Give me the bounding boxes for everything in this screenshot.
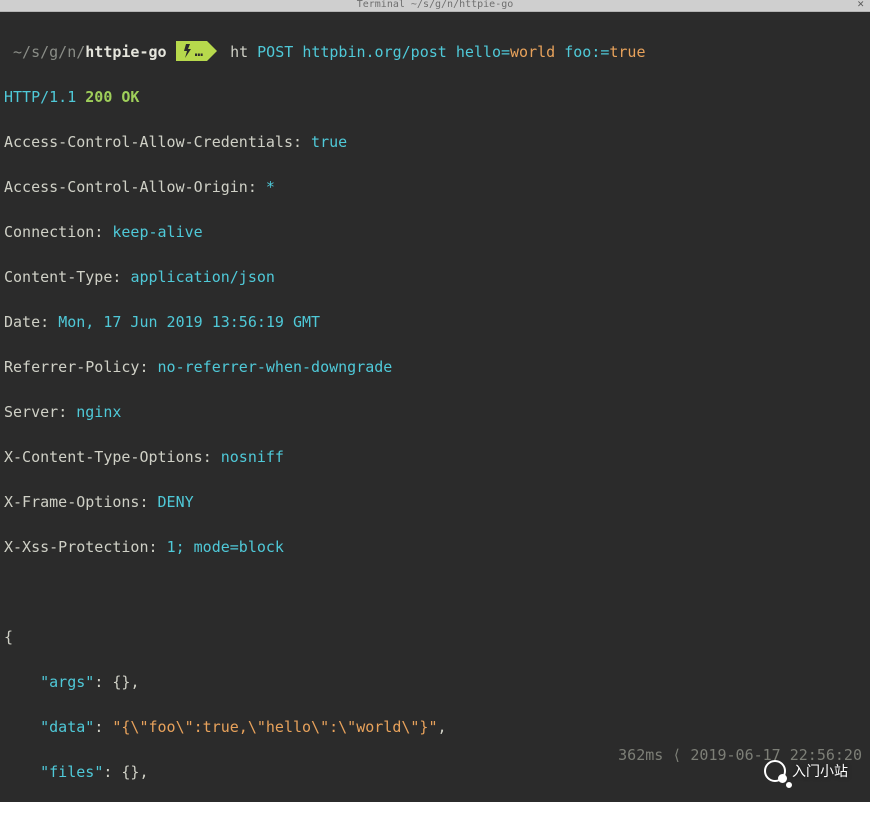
cmd-arg1-key: hello [456,43,501,61]
cmd-arg2-key: foo [564,43,591,61]
cmd-method: POST [257,43,293,61]
prompt-pill: … [176,41,207,61]
header-line: Access-Control-Allow-Origin: * [4,176,866,199]
status-line: HTTP/1.1 200 OK [4,86,866,109]
json-body: "args": {}, [4,671,866,694]
header-line: X-Content-Type-Options: nosniff [4,446,866,469]
cmd-url: httpbin.org/post [302,43,447,61]
http-status-text: OK [121,88,139,106]
header-line: X-Frame-Options: DENY [4,491,866,514]
cmd-arg1-val: world [510,43,555,61]
cmd-binary: ht [230,43,248,61]
window-titlebar: Terminal ~/s/g/n/httpie-go ✕ [0,0,870,12]
prompt-path-dim: ~/s/g/n/ [13,43,85,61]
watermark: 入门小站 [764,760,848,783]
watermark-text: 入门小站 [792,760,848,783]
header-line: Access-Control-Allow-Credentials: true [4,131,866,154]
wechat-icon [764,760,786,782]
json-body [4,581,866,604]
terminal[interactable]: ~/s/g/n/httpie-go … ht POST httpbin.org/… [0,12,870,802]
json-body: "data": "{\"foo\":true,\"hello\":\"world… [4,716,866,739]
header-line: Referrer-Policy: no-referrer-when-downgr… [4,356,866,379]
prompt-line-1: ~/s/g/n/httpie-go … ht POST httpbin.org/… [4,41,866,64]
prompt-path-bold: httpie-go [85,43,166,61]
cmd-arg2-val: true [609,43,645,61]
header-line: X-Xss-Protection: 1; mode=block [4,536,866,559]
close-icon[interactable]: ✕ [857,0,864,9]
http-status-code: 200 [85,88,112,106]
header-line: Date: Mon, 17 Jun 2019 13:56:19 GMT [4,311,866,334]
header-line: Server: nginx [4,401,866,424]
header-line: Connection: keep-alive [4,221,866,244]
json-body: { [4,626,866,649]
header-line: Content-Type: application/json [4,266,866,289]
http-proto: HTTP/1.1 [4,88,76,106]
window-title: Terminal ~/s/g/n/httpie-go [357,0,514,10]
